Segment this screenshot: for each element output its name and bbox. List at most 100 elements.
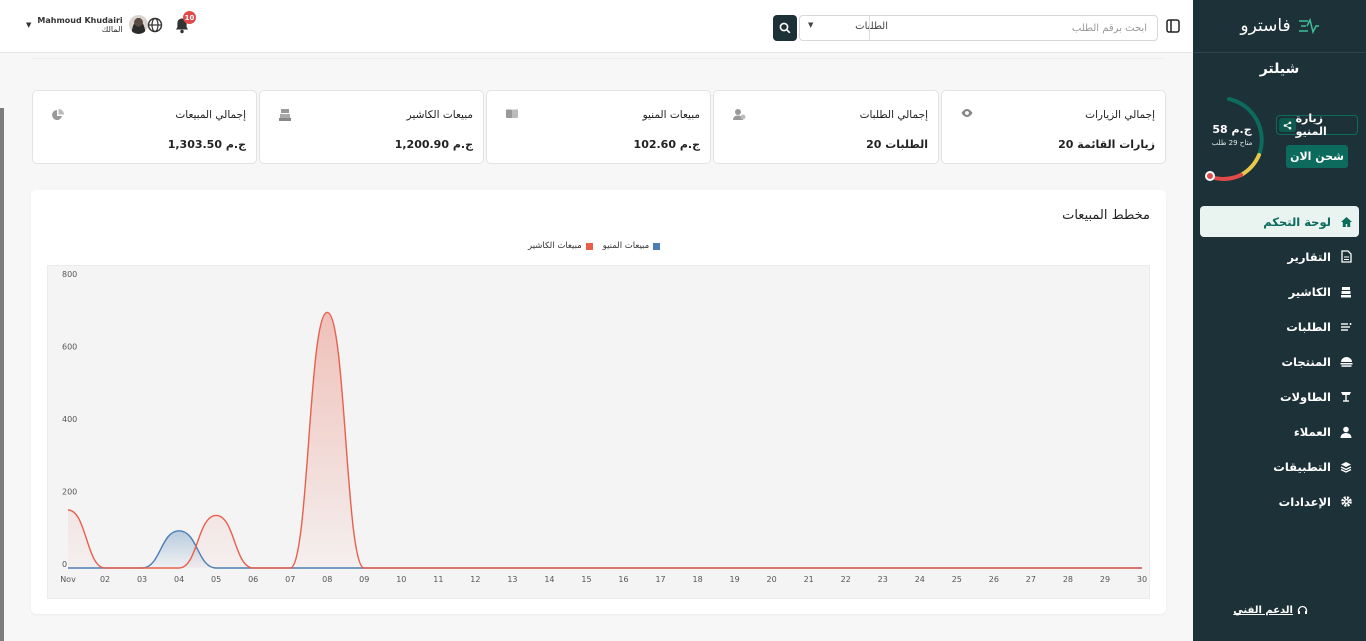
legend-label: مبيعات الكاشير <box>528 241 582 251</box>
y-tick-label: 600 <box>62 343 77 352</box>
products-icon <box>1339 355 1353 369</box>
page-scrollbar[interactable] <box>0 108 4 641</box>
user-menu[interactable]: ▼ Mahmoud Khudairi المالك <box>26 15 148 34</box>
chart-legend: مبيعات الكاشير مبيعات المنيو <box>528 241 661 251</box>
search-button[interactable] <box>773 15 797 41</box>
x-tick-label: 30 <box>1137 575 1147 584</box>
sidebar-item-apps[interactable]: التطبيقات <box>1200 451 1359 482</box>
x-tick-label: 26 <box>989 575 999 584</box>
x-tick-label: 13 <box>507 575 517 584</box>
wallet-amount: 58 ج.م <box>1212 123 1252 136</box>
stat-title: إجمالي الزيارات <box>1085 109 1155 121</box>
x-tick-label: 27 <box>1026 575 1036 584</box>
share-icon <box>1279 118 1296 132</box>
stat-title: مبيعات المنيو <box>642 109 700 121</box>
stat-card-visits: إجمالي الزيارات 20 زيارات القائمة <box>941 90 1166 164</box>
stat-card-cashier-sales: مبيعات الكاشير 1,200.90 ج.م <box>259 90 484 164</box>
x-tick-label: 03 <box>137 575 147 584</box>
x-tick-label: 22 <box>841 575 851 584</box>
orders-icon <box>1339 320 1353 334</box>
search-field: ▼ الطلبات <box>799 15 1158 41</box>
legend-swatch <box>585 242 593 250</box>
sidebar-item-label: التقارير <box>1287 249 1331 264</box>
globe-icon[interactable] <box>147 17 163 33</box>
sidebar-item-label: التطبيقات <box>1273 459 1331 474</box>
sidebar-toggle-icon[interactable] <box>1166 19 1180 33</box>
x-tick-label: 18 <box>692 575 702 584</box>
y-tick-label: 400 <box>62 415 77 424</box>
sidebar-item-tables[interactable]: الطاولات <box>1200 381 1359 412</box>
x-tick-label: 23 <box>878 575 888 584</box>
support-link[interactable]: الدعم الفني <box>1233 605 1308 616</box>
x-tick-label: 21 <box>804 575 814 584</box>
y-tick-label: 200 <box>62 488 77 497</box>
user-role: المالك <box>101 24 123 34</box>
x-tick-label: 08 <box>322 575 332 584</box>
x-tick-label: 07 <box>285 575 295 584</box>
search-icon <box>779 22 791 34</box>
brand[interactable]: فاسترو <box>1193 0 1366 53</box>
x-tick-label: 10 <box>396 575 406 584</box>
customers-icon <box>1339 425 1353 439</box>
sidebar-item-customers[interactable]: العملاء <box>1200 416 1359 447</box>
cash-register-icon <box>279 109 291 121</box>
menu-book-icon <box>506 109 518 118</box>
brand-name: فاسترو <box>1240 16 1291 36</box>
report-icon <box>1339 250 1353 264</box>
series-area <box>68 312 1142 568</box>
legend-item-cashier[interactable]: مبيعات الكاشير <box>528 241 593 251</box>
sidebar-item-reports[interactable]: التقارير <box>1200 241 1359 272</box>
sidebar-item-label: العملاء <box>1293 424 1331 439</box>
sidebar: فاسترو شيلتر 58 ج.م متاح 29 طلب زيارة ال… <box>1193 0 1366 641</box>
cashier-icon <box>1339 285 1353 299</box>
x-tick-label: 28 <box>1063 575 1073 584</box>
legend-label: مبيعات المنيو <box>602 241 650 251</box>
x-tick-label: 12 <box>470 575 480 584</box>
apps-icon <box>1339 460 1353 474</box>
sidebar-item-products[interactable]: المنتجات <box>1200 346 1359 377</box>
x-tick-label: 17 <box>655 575 665 584</box>
sidebar-item-label: المنتجات <box>1281 354 1331 369</box>
caret-down-icon[interactable]: ▼ <box>26 21 31 29</box>
search-input[interactable] <box>869 16 1157 40</box>
x-tick-label: 02 <box>100 575 110 584</box>
charge-now-button[interactable]: شحن الان <box>1286 145 1348 168</box>
settings-icon <box>1339 495 1353 509</box>
sidebar-item-dashboard[interactable]: لوحة التحكم <box>1200 206 1359 237</box>
sidebar-item-orders[interactable]: الطلبات <box>1200 311 1359 342</box>
home-icon <box>1339 215 1353 229</box>
chevron-down-icon: ▼ <box>808 21 814 29</box>
legend-swatch <box>653 242 661 250</box>
search-bar: ▼ الطلبات <box>773 15 1158 41</box>
stat-value: 102.60 ج.م <box>633 138 700 151</box>
top-header: ▼ Mahmoud Khudairi المالك 10 ▼ الطلبات <box>0 0 1193 53</box>
sidebar-nav: لوحة التحكم التقارير الكاشير الطلبات الم… <box>1200 206 1359 521</box>
chart-plot-area: 0 200 400 600 800 Nov 02 03 04 05 06 07 08 09 10 11 12 13… <box>47 265 1150 599</box>
stat-value: 1,303.50 ج.م <box>167 138 246 151</box>
x-tick-label: 24 <box>915 575 925 584</box>
sidebar-item-settings[interactable]: الإعدادات <box>1200 486 1359 517</box>
stat-title: إجمالي الطلبات <box>859 109 928 121</box>
x-tick-label: 04 <box>174 575 184 584</box>
legend-item-menu[interactable]: مبيعات المنيو <box>602 241 661 251</box>
sidebar-item-label: الإعدادات <box>1278 494 1331 509</box>
tables-icon <box>1339 390 1353 404</box>
x-tick-label: 19 <box>730 575 740 584</box>
notification-badge: 10 <box>183 11 196 24</box>
avatar[interactable] <box>128 15 148 34</box>
pie-chart-icon <box>52 109 64 120</box>
x-tick-label: 25 <box>952 575 962 584</box>
sidebar-item-cashier[interactable]: الكاشير <box>1200 276 1359 307</box>
x-tick-label: 16 <box>618 575 628 584</box>
x-tick-label: Nov <box>60 575 76 584</box>
visit-menu-button[interactable]: زيارة المنيو <box>1276 112 1358 138</box>
stat-title: إجمالي المبيعات <box>175 109 246 121</box>
user-name: Mahmoud Khudairi <box>37 15 123 25</box>
x-tick-label: 11 <box>433 575 443 584</box>
x-tick-label: 15 <box>581 575 591 584</box>
x-tick-label: 06 <box>248 575 258 584</box>
sales-chart-card: مخطط المبيعات مبيعات الكاشير مبيعات المن… <box>31 190 1166 614</box>
stat-card-menu-sales: مبيعات المنيو 102.60 ج.م <box>486 90 711 164</box>
x-tick-label: 05 <box>211 575 221 584</box>
stat-card-orders: إجمالي الطلبات 20 الطلبات <box>713 90 939 164</box>
